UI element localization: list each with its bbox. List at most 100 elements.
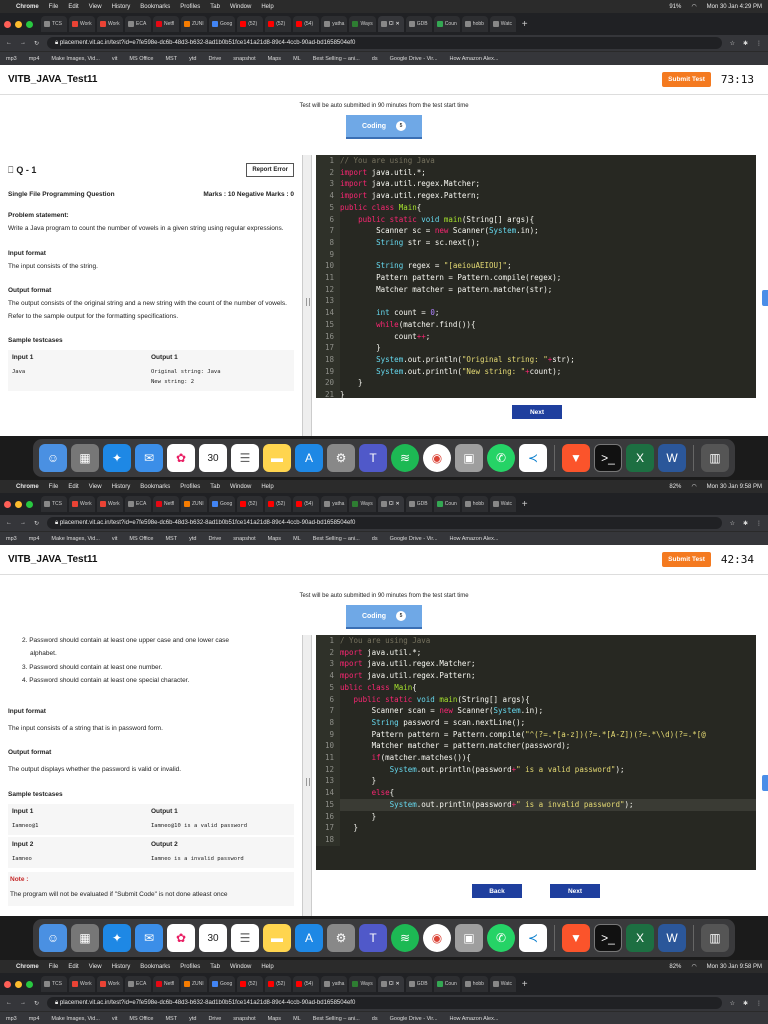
bookmark-item[interactable]: Maps [268,1016,281,1022]
menu-profiles[interactable]: Profiles [180,484,200,490]
bookmark-item[interactable]: mp3 [6,536,17,542]
bookmark-item[interactable]: ytd [189,56,196,62]
launchpad-icon[interactable]: ▦ [71,444,99,472]
browser-menu-icon[interactable]: ⋮ [756,40,762,47]
menu-bookmarks[interactable]: Bookmarks [140,484,170,490]
reload-icon[interactable]: ↻ [34,40,39,47]
back-arrow-icon[interactable]: ← [6,1000,12,1006]
menu-tab[interactable]: Tab [210,964,220,970]
menu-view[interactable]: View [89,4,102,10]
teams-icon[interactable]: T [359,444,387,472]
browser-tab[interactable]: GDB [405,976,432,992]
menu-help[interactable]: Help [261,484,273,490]
whatsapp-icon[interactable]: ✆ [487,924,515,952]
excel-icon[interactable]: X [626,444,654,472]
browser-tab[interactable]: yatha [321,16,348,32]
browser-tab[interactable]: hobb [461,16,488,32]
browser-tab[interactable]: Work [69,16,95,32]
url-bar[interactable]: 🔒︎ placement.vit.ac.in/test?id=e7fe598e-… [47,517,722,529]
photos-icon[interactable]: ✿ [167,924,195,952]
browser-tab[interactable]: Ways [349,976,376,992]
bookmark-item[interactable]: Drive [208,1016,221,1022]
maximize-window-icon[interactable] [26,500,33,508]
browser-tab[interactable]: ECA [125,16,151,32]
whatsapp-icon[interactable]: ✆ [487,444,515,472]
bookmark-item[interactable]: ytd [189,1016,196,1022]
bookmark-item[interactable]: How Amazon Alex... [450,56,499,62]
notes-icon[interactable]: ▬ [263,444,291,472]
next-button[interactable]: Next [512,405,562,419]
browser-tab[interactable]: (54) [293,496,320,512]
browser-tab[interactable]: Ways [349,496,376,512]
vscode-icon[interactable]: ≺ [519,444,547,472]
menu-edit[interactable]: Edit [68,484,78,490]
reload-icon[interactable]: ↻ [34,1000,39,1007]
new-tab-icon[interactable]: + [522,19,528,30]
side-panel-toggle[interactable] [762,290,768,306]
browser-tab[interactable]: hobb [461,496,488,512]
next-button[interactable]: Next [550,884,600,898]
forward-arrow-icon[interactable]: → [20,520,26,526]
terminal-icon[interactable]: >_ [594,924,622,952]
menu-bookmarks[interactable]: Bookmarks [140,4,170,10]
browser-tab[interactable]: yatha [321,496,348,512]
bookmark-item[interactable]: ds [372,536,378,542]
browser-tab[interactable]: (52) [237,976,264,992]
bookmark-item[interactable]: Google Drive - Vir... [390,56,438,62]
browser-tab[interactable]: Netfl [153,976,179,992]
bookmark-item[interactable]: mp4 [29,56,40,62]
report-error-button[interactable]: Report Error [246,163,294,177]
minimize-window-icon[interactable] [15,500,22,508]
tab-coding[interactable]: Coding 5 [346,605,422,629]
menu-file[interactable]: File [49,964,59,970]
menu-profiles[interactable]: Profiles [180,964,200,970]
bookmark-item[interactable]: Maps [268,56,281,62]
close-tab-icon[interactable]: ✕ [396,21,400,27]
browser-tab[interactable]: Goog [209,976,236,992]
spotify-icon[interactable]: ≋ [391,924,419,952]
bookmark-item[interactable]: MST [165,536,177,542]
menu-profiles[interactable]: Profiles [180,4,200,10]
wifi-icon[interactable]: ◠ [691,963,696,970]
browser-tab[interactable]: ECA [125,496,151,512]
bookmark-item[interactable]: How Amazon Alex... [450,536,499,542]
browser-tab[interactable]: (52) [265,976,292,992]
new-tab-icon[interactable]: + [522,979,528,990]
browser-tab[interactable]: Work [97,496,123,512]
menu-view[interactable]: View [89,484,102,490]
bookmark-item[interactable]: MST [165,56,177,62]
browser-menu-icon[interactable]: ⋮ [756,520,762,527]
finder-icon[interactable]: ☺ [39,444,67,472]
extensions-icon[interactable]: ✱ [743,520,748,527]
launchpad-icon[interactable]: ▦ [71,924,99,952]
system-settings-icon[interactable]: ⚙ [327,444,355,472]
browser-tab[interactable]: TCS [41,16,67,32]
browser-tab[interactable]: TCS [41,496,67,512]
wifi-icon[interactable]: ◠ [691,483,696,490]
bookmark-item[interactable]: Drive [208,536,221,542]
bookmark-item[interactable]: snapshot [233,56,255,62]
browser-tab[interactable]: Watc [489,16,516,32]
app-store-icon[interactable]: A [295,924,323,952]
browser-tab[interactable]: GDB [405,16,432,32]
browser-menu-icon[interactable]: ⋮ [756,1000,762,1007]
menu-file[interactable]: File [49,484,59,490]
mail-icon[interactable]: ✉ [135,444,163,472]
maximize-window-icon[interactable] [26,980,33,988]
spotify-icon[interactable]: ≋ [391,444,419,472]
code-editor[interactable]: 1// You are using Java 2 import java.util… [316,155,756,398]
safari-icon[interactable]: ✦ [103,444,131,472]
chrome-icon[interactable]: ◉ [423,444,451,472]
bookmark-item[interactable]: Best Selling – ani... [313,56,360,62]
finder-icon[interactable]: ☺ [39,924,67,952]
preview-icon[interactable]: ▣ [455,444,483,472]
reminders-icon[interactable]: ☰ [231,444,259,472]
calendar-icon[interactable]: 30 [199,444,227,472]
menu-tab[interactable]: Tab [210,4,220,10]
vscode-icon[interactable]: ≺ [519,924,547,952]
browser-tab[interactable]: yatha [321,976,348,992]
bookmark-item[interactable]: ds [372,56,378,62]
submit-test-button[interactable]: Submit Test [662,72,711,87]
bookmark-item[interactable]: vit [112,536,118,542]
app-store-icon[interactable]: A [295,444,323,472]
